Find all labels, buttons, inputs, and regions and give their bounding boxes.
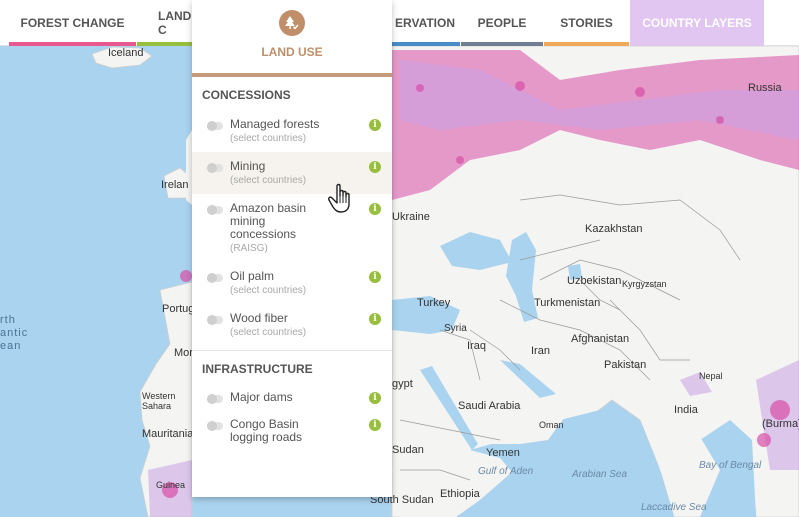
wood-fiber-toggle[interactable] [207,315,223,325]
tab-forest-change-label: FOREST CHANGE [20,16,125,30]
tab-forest-change[interactable]: FOREST CHANGE [9,0,136,46]
map-label-yemen: Yemen [486,447,520,459]
info-icon[interactable]: i [369,392,381,404]
tab-stories-bar [544,42,629,46]
layer-amazon-mining[interactable]: Amazon basin mining concessions (RAISG) … [192,194,392,262]
map-label-ukraine: Ukraine [392,211,430,223]
congo-roads-toggle[interactable] [207,421,223,431]
tab-land-cover-label: LAND C [158,9,192,37]
land-use-title: LAND USE [261,45,323,59]
layer-sub: (select countries) [230,285,307,296]
managed-forests-toggle[interactable] [207,121,223,131]
tab-country-layers-label: COUNTRY LAYERS [642,16,752,30]
map-label-ireland: Irelan [161,179,189,191]
layer-managed-forests[interactable]: Managed forests (select countries) i [192,110,392,152]
oil-palm-toggle[interactable] [207,273,223,283]
map-label-egypt: gypt [392,378,413,390]
info-icon[interactable]: i [369,161,381,173]
map-label-iran: Iran [531,345,550,357]
tab-land-cover-bar [137,42,192,46]
map-label-gulf-of-aden: Gulf of Aden [478,466,534,477]
map-label-turkey: Turkey [417,297,451,309]
layer-name: Wood fiber [230,311,288,325]
map-label-kazakhstan: Kazakhstan [585,223,643,235]
map-label-atlantic-3: ean [0,340,22,352]
map-label-ethiopia: Ethiopia [440,488,480,500]
hand-cursor-icon [327,183,357,220]
map-label-mauritania: Mauritania [142,428,194,440]
tab-conservation-bar [392,42,460,46]
layer-sub: (select countries) [230,327,307,338]
map-label-burma: (Burma) [762,418,799,430]
layer-sub: (select countries) [230,133,307,144]
mining-toggle[interactable] [207,163,223,173]
section-infrastructure: INFRASTRUCTURE [192,350,392,383]
layer-name: Congo Basin logging roads [230,417,303,444]
map-label-syria: Syria [444,323,467,334]
tab-land-cover[interactable]: LAND C [137,0,192,46]
land-use-header[interactable]: LAND USE [192,0,392,77]
map-label-uzbekistan: Uzbekistan [567,275,622,287]
map-label-kyrgyzstan: Kyrgyzstan [622,279,667,289]
map-label-portugal: Portug [162,303,195,315]
tab-stories[interactable]: STORIES [544,0,629,46]
layer-name: Amazon basin mining concessions [230,201,307,241]
map-label-nepal: Nepal [699,371,723,381]
map-label-iraq: Iraq [467,340,486,352]
map-label-atlantic-2: antic [0,327,29,339]
map-label-pakistan: Pakistan [604,359,647,371]
map-label-afghanistan: Afghanistan [571,333,630,345]
layer-sub: (RAISG) [230,243,268,254]
layer-major-dams[interactable]: Major dams i [192,383,392,410]
tab-forest-change-bar [9,42,136,46]
section-concessions: CONCESSIONS [202,88,291,102]
map-label-india: India [674,404,698,416]
info-icon[interactable]: i [369,419,381,431]
map-label-morocco: Mor [174,347,193,359]
land-use-dropdown: LAND USE CONCESSIONS Managed forests (se… [192,0,392,497]
tab-stories-label: STORIES [560,16,613,30]
tab-conservation[interactable]: ERVATION [392,0,460,46]
layer-name: Major dams [230,390,293,404]
top-navigation: FOREST CHANGE LAND C ERVATION PEOPLE STO… [0,0,799,46]
info-icon[interactable]: i [369,313,381,325]
amazon-mining-toggle[interactable] [207,205,223,215]
map-label-guinea: Guinea [156,480,186,490]
map-label-arabian-sea: Arabian Sea [572,469,628,480]
basemap [0,0,799,517]
map-label-saudi-arabia: Saudi Arabia [458,400,521,412]
map-label-oman: Oman [539,420,564,430]
map-label-bay-of-bengal: Bay of Bengal [699,460,762,471]
info-icon[interactable]: i [369,203,381,215]
layer-wood-fiber[interactable]: Wood fiber (select countries) i [192,304,392,346]
map-label-laccadive-sea: Laccadive Sea [641,502,707,513]
layer-name: Mining [230,159,266,173]
map-label-turkmenistan: Turkmenistan [534,297,601,309]
layer-congo-logging-roads[interactable]: Congo Basin logging roads i [192,410,392,450]
map-label-western-sahara: Western Sahara [142,391,176,411]
land-use-tree-icon [279,10,305,36]
layer-mining[interactable]: Mining (select countries) i [192,152,392,194]
map-label-atlantic-1: rth [0,314,16,326]
map-label-sudan: Sudan [392,444,424,456]
map-label-russia: Russia [748,82,782,94]
layer-oil-palm[interactable]: Oil palm (select countries) i [192,262,392,304]
layer-name: Oil palm [230,269,275,283]
map-canvas[interactable]: Iceland Irelan Portug Mor Western Sahara… [0,0,799,517]
info-icon[interactable]: i [369,119,381,131]
tab-conservation-label: ERVATION [395,16,456,30]
tab-people-bar [461,42,543,46]
tab-country-layers[interactable]: COUNTRY LAYERS [630,0,764,46]
major-dams-toggle[interactable] [207,394,223,404]
tab-people[interactable]: PEOPLE [461,0,543,46]
map-label-iceland: Iceland [108,47,144,59]
tab-people-label: PEOPLE [477,16,527,30]
layer-name: Managed forests [230,117,320,131]
info-icon[interactable]: i [369,271,381,283]
